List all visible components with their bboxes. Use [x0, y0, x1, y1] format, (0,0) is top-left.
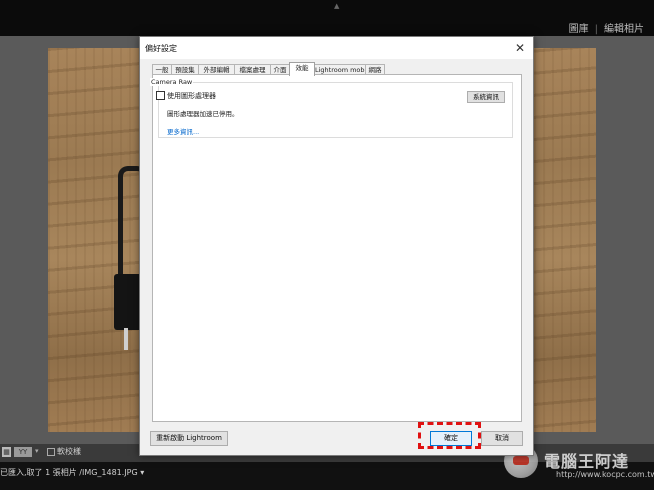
filmstrip-status[interactable]: 已匯入,取了 1 張相片 /IMG_1481.JPG ▾: [0, 467, 144, 478]
watermark-url: http://www.kocpc.com.tw: [556, 470, 654, 479]
cancel-button[interactable]: 取消: [481, 431, 523, 446]
lightroom-top-bar: ▲ 圖庫 | 編輯相片: [0, 0, 654, 36]
module-develop[interactable]: 編輯相片: [604, 24, 644, 35]
gpu-status-text: 圖形處理器加速已停用。: [167, 110, 239, 118]
module-separator: |: [594, 24, 598, 35]
performance-panel: [152, 74, 522, 422]
tab-performance[interactable]: 效能: [289, 62, 315, 76]
dialog-title: 偏好設定: [145, 44, 177, 53]
module-library[interactable]: 圖庫: [569, 24, 589, 35]
ok-button[interactable]: 確定: [430, 431, 472, 446]
more-info-link[interactable]: 更多資訊...: [167, 126, 199, 136]
camera-raw-group-title: Camera Raw: [150, 78, 194, 86]
dialog-titlebar: 偏好設定 ✕: [140, 37, 533, 59]
system-info-button[interactable]: 系統資訊: [467, 91, 505, 103]
soft-proofing-label: 軟校樣: [57, 447, 81, 456]
before-after-button[interactable]: YY: [14, 447, 32, 457]
module-picker: 圖庫 | 編輯相片: [569, 20, 644, 35]
chevron-down-icon[interactable]: ▾: [35, 447, 39, 455]
restart-lightroom-button[interactable]: 重新啟動 Lightroom: [150, 431, 228, 446]
photo-prong: [124, 328, 128, 350]
close-icon[interactable]: ✕: [511, 39, 529, 57]
use-gpu-label[interactable]: 使用圖形處理器: [167, 91, 216, 101]
grid-view-icon[interactable]: ▦: [2, 447, 11, 457]
watermark-title: 電腦王阿達: [544, 452, 630, 471]
watermark-face: [513, 456, 529, 465]
soft-proofing-checkbox[interactable]: [47, 448, 55, 456]
preferences-dialog: 偏好設定 ✕ 一般 預設集 外部編輯 檔案處理 介面 效能 Lightroom …: [139, 36, 534, 456]
collapse-top-panel-icon[interactable]: ▲: [334, 2, 339, 10]
use-gpu-checkbox[interactable]: [156, 91, 165, 100]
